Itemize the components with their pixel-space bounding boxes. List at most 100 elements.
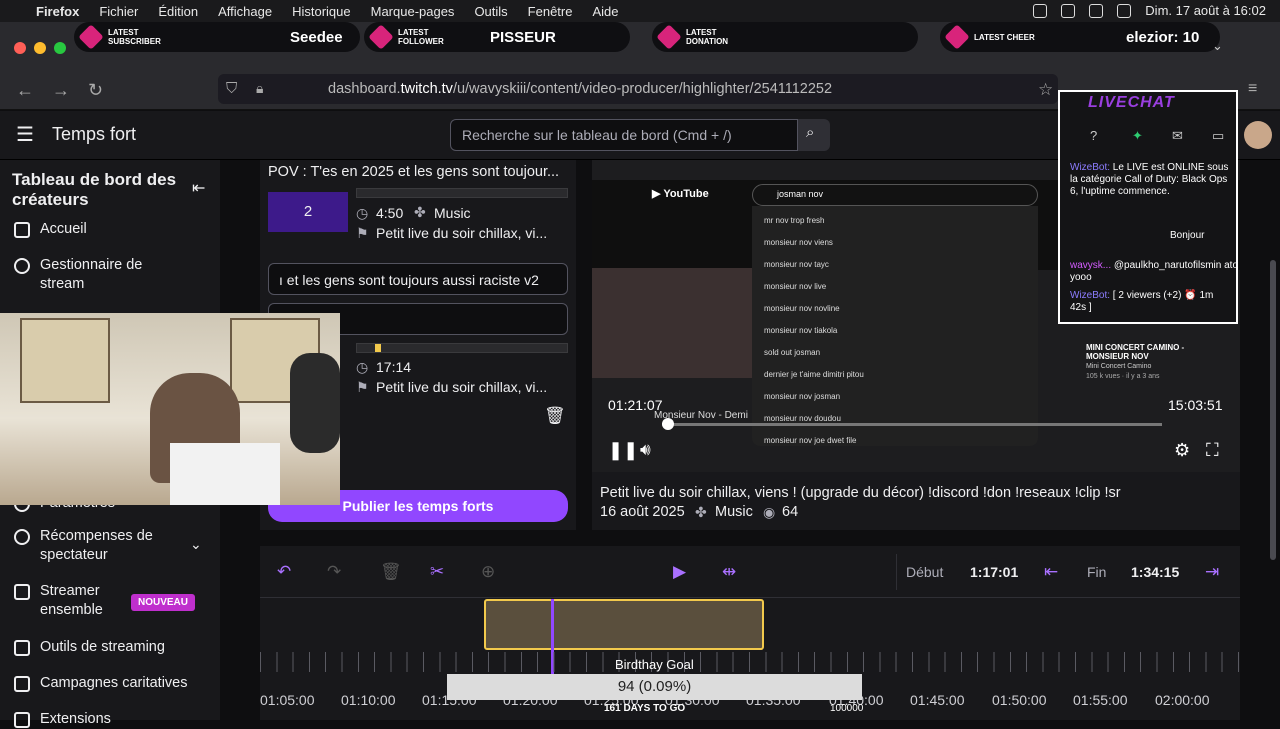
page-scrollbar[interactable]	[1270, 260, 1276, 560]
alert-star-icon	[78, 24, 104, 50]
menubar-datetime[interactable]: Dim. 17 août à 16:02	[1145, 3, 1266, 18]
play-icon[interactable]: ▶	[673, 562, 686, 582]
menu-outils[interactable]: Outils	[474, 4, 507, 19]
add-clip-icon[interactable]: ⊕	[481, 562, 495, 582]
tab-list-chevron-icon[interactable]: ⌄	[1212, 38, 1223, 54]
sidebar-item-label: Accueil	[40, 221, 87, 237]
page-title: Temps fort	[52, 124, 137, 144]
bluetooth-icon[interactable]	[1061, 3, 1076, 18]
highlight-title-input[interactable]: ı et les gens sont toujours aussi racist…	[268, 263, 568, 295]
suggestion-item: mr nov trop fresh	[764, 216, 825, 225]
status-icon[interactable]	[1033, 3, 1048, 18]
bookmark-star-icon[interactable]: ☆	[1038, 80, 1053, 100]
help-icon[interactable]: ?	[1090, 128, 1097, 143]
alert-label: LATEST DONATION	[686, 28, 729, 46]
embedded-search-input: josman nov	[752, 184, 1038, 206]
suggestion-item: monsieur nov live	[764, 282, 827, 291]
jump-to-start-icon[interactable]: ⇤	[1044, 562, 1058, 582]
wifi-icon[interactable]	[1089, 3, 1104, 18]
livechat-overlay: LIVECHAT ? ✦ ✉ ▭ WizeBot: Le LIVE est ON…	[1058, 90, 1238, 324]
video-category: Music	[715, 504, 753, 520]
fullscreen-icon[interactable]: ⛶	[1206, 440, 1219, 461]
redo-icon[interactable]: ↷	[327, 562, 341, 582]
end-value[interactable]: 1:34:15	[1131, 564, 1179, 580]
app-menu-icon[interactable]: ≡	[1248, 80, 1257, 98]
suggestion-item: monsieur nov tayc	[764, 260, 829, 269]
trash-icon[interactable]: 🗑︎	[544, 406, 566, 426]
embedded-video-frame	[592, 268, 752, 378]
seek-handle[interactable]	[662, 418, 674, 430]
current-time: 01:21:07	[608, 397, 663, 413]
sidebar-item-gestionnaire[interactable]: Gestionnaire de stream	[14, 256, 170, 294]
undo-icon[interactable]: ↶	[277, 562, 291, 582]
reward-icon	[14, 529, 30, 545]
minimize-window-button[interactable]	[34, 42, 46, 54]
highlight-stream: Petit live du soir chillax, vi...	[376, 225, 548, 241]
chevron-down-icon[interactable]: ⌄	[190, 536, 202, 553]
cut-scissors-icon[interactable]: ✂	[430, 562, 444, 582]
menu-marque-pages[interactable]: Marque-pages	[371, 4, 455, 19]
lock-icon[interactable]: 🔒︎	[256, 80, 263, 97]
streamer-shirt	[170, 443, 280, 505]
zoom-window-button[interactable]	[54, 42, 66, 54]
sidebar-item-campagnes[interactable]: Campagnes caritatives	[14, 674, 200, 693]
wall-art	[20, 318, 110, 403]
menu-app-name[interactable]: Firefox	[36, 4, 79, 19]
delete-icon[interactable]: 🗑︎	[380, 562, 402, 582]
inbox-icon[interactable]: ✉	[1172, 128, 1183, 144]
chat-icon[interactable]: ▭	[1212, 128, 1224, 144]
avatar[interactable]	[1244, 121, 1272, 149]
highlight-duration: 4:50	[376, 205, 404, 221]
start-value[interactable]: 1:17:01	[970, 564, 1018, 580]
hamburger-menu-icon[interactable]: ☰	[16, 122, 34, 147]
highlight-clip-range[interactable]	[484, 599, 764, 650]
sidebar-item-recompenses[interactable]: Récompenses de spectateur	[14, 527, 170, 565]
charity-icon	[14, 676, 30, 692]
clock-icon: ◷	[356, 205, 369, 221]
seek-bar[interactable]	[662, 418, 1162, 430]
menu-affichage[interactable]: Affichage	[218, 4, 272, 19]
reload-icon[interactable]: ↻	[88, 80, 103, 101]
forward-arrow-icon[interactable]: →	[52, 80, 70, 101]
side-video-meta: 105 k vues · il y a 3 ans	[1086, 373, 1160, 380]
back-arrow-icon[interactable]: ←	[16, 80, 34, 101]
chat-user: WizeBot:	[1070, 162, 1111, 173]
tick-label: 01:05:00	[260, 692, 315, 708]
youtube-logo-icon: ▶ YouTube	[652, 188, 709, 200]
menu-edition[interactable]: Édition	[158, 4, 198, 19]
split-icon[interactable]: ⇹	[722, 562, 736, 582]
goal-days: 161 DAYS TO GO	[604, 703, 686, 714]
menu-fenetre[interactable]: Fenêtre	[528, 4, 573, 19]
livechat-title: LIVECHAT	[1088, 94, 1175, 111]
category-icon: ✤	[695, 504, 707, 520]
close-window-button[interactable]	[14, 42, 26, 54]
volume-icon[interactable]: 🔊︎	[640, 440, 651, 460]
chat-message: wavysk... @paulkho_narutofilsmin ato yoo…	[1070, 260, 1240, 284]
highlight-segment-bar	[356, 188, 568, 198]
search-button[interactable]: ⌕	[798, 119, 830, 151]
url-domain: twitch.tv	[400, 81, 453, 97]
highlight-count-thumb[interactable]: 2	[268, 192, 348, 232]
menu-fichier[interactable]: Fichier	[99, 4, 138, 19]
menu-historique[interactable]: Historique	[292, 4, 351, 19]
dashboard-search-input[interactable]: Recherche sur le tableau de bord (Cmd + …	[450, 119, 798, 151]
search-menubar-icon[interactable]	[1117, 3, 1132, 18]
sidebar-item-streamer-ensemble[interactable]: Streamer ensemble	[14, 582, 120, 620]
side-video-sub: Mini Concert Camino	[1086, 363, 1152, 370]
sparkle-icon[interactable]: ✦	[1132, 128, 1143, 144]
shield-icon[interactable]: ⛉	[226, 80, 237, 97]
alert-value: PISSEUR	[490, 28, 556, 46]
alert-dollar-icon	[656, 24, 682, 50]
settings-gear-icon[interactable]: ⚙	[1174, 440, 1190, 461]
menu-aide[interactable]: Aide	[592, 4, 618, 19]
address-bar[interactable]: dashboard.twitch.tv/u/wavyskiii/content/…	[218, 74, 1058, 104]
tick-label: 01:50:00	[992, 692, 1047, 708]
pause-icon[interactable]: ❚❚	[608, 440, 638, 461]
collapse-sidebar-icon[interactable]: ⇤	[192, 178, 205, 198]
highlight-title[interactable]: POV : T'es en 2025 et les gens sont touj…	[268, 164, 568, 180]
sidebar-item-outils[interactable]: Outils de streaming	[14, 638, 190, 657]
jump-to-end-icon[interactable]: ⇥	[1205, 562, 1219, 582]
suggestion-item: monsieur nov tiakola	[764, 326, 838, 335]
sidebar-item-accueil[interactable]: Accueil	[14, 220, 190, 239]
category-icon: ✤	[414, 204, 426, 220]
